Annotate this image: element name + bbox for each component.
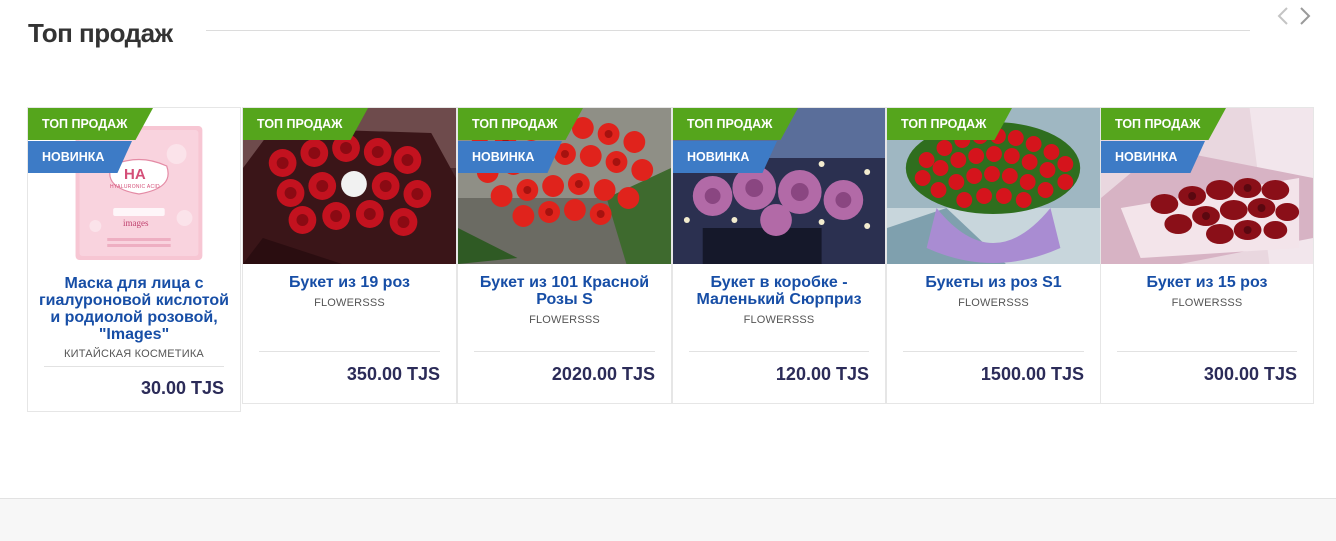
card-divider bbox=[44, 366, 224, 367]
badge-new: НОВИНКА bbox=[458, 141, 562, 173]
product-vendor[interactable]: FLOWERSSS bbox=[677, 314, 881, 326]
product-card[interactable]: ТОП ПРОДАЖ НОВИНКА Букет в коробке - Мал… bbox=[672, 107, 886, 404]
badge-top-sales: ТОП ПРОДАЖ bbox=[673, 108, 798, 140]
product-vendor[interactable]: КИТАЙСКАЯ КОСМЕТИКА bbox=[32, 348, 236, 360]
section-header: Топ продаж bbox=[28, 18, 1250, 50]
badge-top-sales: ТОП ПРОДАЖ bbox=[1101, 108, 1226, 140]
product-title[interactable]: Букет из 101 Красной Розы S bbox=[466, 274, 663, 308]
mask-logo-text: images bbox=[123, 218, 149, 228]
footer-band bbox=[0, 498, 1336, 541]
badge-new: НОВИНКА bbox=[28, 141, 132, 173]
section-divider bbox=[206, 30, 1250, 31]
card-divider bbox=[259, 351, 440, 352]
product-title[interactable]: Букеты из роз S1 bbox=[895, 274, 1092, 291]
product-carousel: HA HYALURONIC ACID images ТОП ПРОДАЖ НОВ… bbox=[27, 107, 1314, 412]
product-vendor[interactable]: FLOWERSSS bbox=[1105, 297, 1309, 309]
badge-top-sales: ТОП ПРОДАЖ bbox=[887, 108, 1012, 140]
product-card[interactable]: ТОП ПРОДАЖ Букеты из роз S1 FLOWERSSS 15… bbox=[886, 107, 1101, 404]
card-divider bbox=[474, 351, 655, 352]
card-divider bbox=[689, 351, 869, 352]
product-price: 350.00 TJS bbox=[346, 364, 440, 384]
product-title[interactable]: Букет из 19 роз bbox=[251, 274, 448, 291]
product-price: 30.00 TJS bbox=[140, 378, 224, 398]
badge-top-sales: ТОП ПРОДАЖ bbox=[458, 108, 583, 140]
carousel-nav bbox=[1276, 6, 1312, 26]
chevron-right-icon[interactable] bbox=[1298, 6, 1312, 26]
badge-top-sales: ТОП ПРОДАЖ bbox=[243, 108, 368, 140]
mask-brand-text: HA bbox=[124, 166, 146, 183]
badge-new: НОВИНКА bbox=[1101, 141, 1205, 173]
product-vendor[interactable]: FLOWERSSS bbox=[891, 297, 1096, 309]
chevron-left-icon[interactable] bbox=[1276, 6, 1290, 26]
product-title[interactable]: Букет из 15 роз bbox=[1109, 274, 1305, 291]
product-price: 2020.00 TJS bbox=[551, 364, 655, 384]
card-divider bbox=[1117, 351, 1297, 352]
badge-new: НОВИНКА bbox=[673, 141, 777, 173]
section-title: Топ продаж bbox=[28, 18, 173, 48]
product-card[interactable]: ТОП ПРОДАЖ НОВИНКА Букет из 15 роз FLOWE… bbox=[1100, 107, 1314, 404]
card-divider bbox=[903, 351, 1084, 352]
product-price: 120.00 TJS bbox=[775, 364, 869, 384]
product-card[interactable]: ТОП ПРОДАЖ Букет из 19 роз FLOWERSSS 350… bbox=[242, 107, 457, 404]
product-vendor[interactable]: FLOWERSSS bbox=[462, 314, 667, 326]
product-title[interactable]: Маска для лица с гиалуроновой кислотой и… bbox=[36, 275, 232, 343]
badge-top-sales: ТОП ПРОДАЖ bbox=[28, 108, 153, 140]
product-card[interactable]: ТОП ПРОДАЖ НОВИНКА Букет из 101 Красной … bbox=[457, 107, 672, 404]
product-vendor[interactable]: FLOWERSSS bbox=[247, 297, 452, 309]
product-title[interactable]: Букет в коробке - Маленький Сюрприз bbox=[681, 274, 877, 308]
product-price: 1500.00 TJS bbox=[980, 364, 1084, 384]
product-card[interactable]: HA HYALURONIC ACID images ТОП ПРОДАЖ НОВ… bbox=[27, 107, 241, 412]
product-price: 300.00 TJS bbox=[1203, 364, 1297, 384]
mask-sub-text: HYALURONIC ACID bbox=[110, 184, 160, 190]
